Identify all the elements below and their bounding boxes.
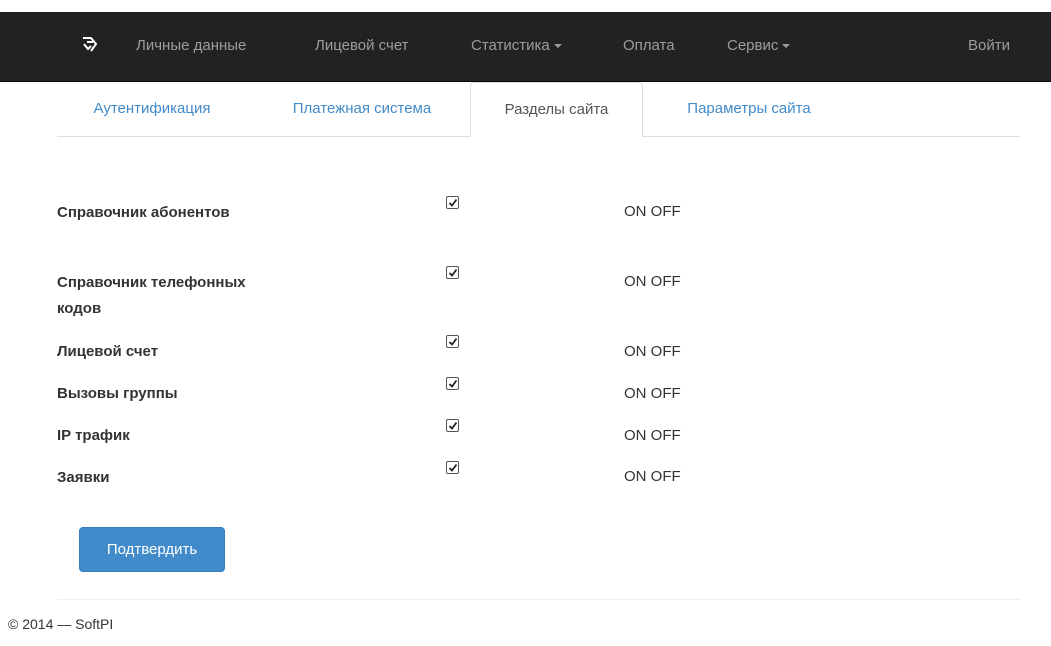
nav-statistics-dropdown[interactable]: Статистика [471,36,562,56]
chevron-down-icon [553,44,562,49]
section-checkbox[interactable] [446,461,459,474]
login-link[interactable]: Войти [968,36,1010,56]
section-checkbox[interactable] [446,335,459,348]
settings-tabs: Аутентификация Платежная система Разделы… [57,82,1020,137]
on-off-toggle[interactable]: ON OFF [624,426,681,446]
checkmark-icon [448,198,458,207]
checkmark-icon [448,379,458,388]
on-off-toggle[interactable]: ON OFF [624,272,681,292]
section-checkbox[interactable] [446,377,459,390]
section-label: Лицевой счет [57,343,159,360]
on-off-toggle[interactable]: ON OFF [624,384,681,404]
checkmark-icon [448,268,458,277]
nav-service-label: Сервис [727,37,779,54]
nav-account[interactable]: Лицевой счет [315,36,409,56]
nav-payment[interactable]: Оплата [623,36,675,56]
tab-site-parameters[interactable]: Параметры сайта [655,82,843,136]
section-label: IP трафик [57,427,130,444]
checkmark-icon [448,337,458,346]
tab-payment-system[interactable]: Платежная система [257,82,467,136]
nav-service-dropdown[interactable]: Сервис [727,36,791,56]
section-label: Заявки [57,469,110,486]
top-navbar: Личные данные Лицевой счет Статистика Оп… [0,12,1051,82]
on-off-toggle[interactable]: ON OFF [624,202,681,222]
nav-personal-data[interactable]: Личные данные [136,36,246,56]
section-label: Вызовы группы [57,385,178,402]
footer-copyright: © 2014 — SoftPI [8,616,114,632]
on-off-toggle[interactable]: ON OFF [624,342,681,362]
section-checkbox[interactable] [446,196,459,209]
section-label: Справочник телефонных кодов [57,274,246,317]
brand-logo-icon[interactable] [80,34,102,56]
chevron-down-icon [782,44,791,49]
section-checkbox[interactable] [446,419,459,432]
section-label: Справочник абонентов [57,204,230,221]
checkmark-icon [448,421,458,430]
tab-site-sections[interactable]: Разделы сайта [470,82,643,137]
on-off-toggle[interactable]: ON OFF [624,467,681,487]
tab-authentication[interactable]: Аутентификация [57,82,247,136]
confirm-button[interactable]: Подтвердить [79,527,225,572]
footer-divider [57,599,1020,600]
section-checkbox[interactable] [446,266,459,279]
nav-statistics-label: Статистика [471,37,550,54]
checkmark-icon [448,463,458,472]
